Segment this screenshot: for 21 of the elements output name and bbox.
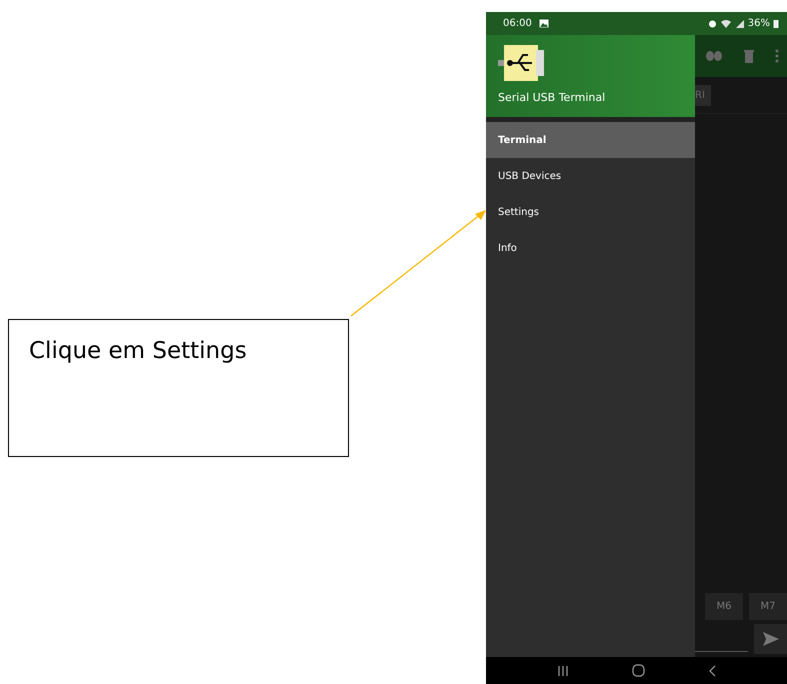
back-icon[interactable] <box>708 664 716 676</box>
trash-icon[interactable] <box>743 49 755 63</box>
drawer-item[interactable]: Info <box>486 230 695 266</box>
macro-button[interactable]: M6 <box>705 593 743 620</box>
drawer-item[interactable]: Settings <box>486 194 695 230</box>
macro-button[interactable]: M7 <box>749 593 787 620</box>
drawer-item[interactable]: USB Devices <box>486 158 695 194</box>
battery-icon <box>773 19 779 28</box>
more-icon[interactable] <box>775 49 779 63</box>
home-icon[interactable] <box>632 664 645 677</box>
status-time: 06:00 <box>503 18 532 29</box>
image-icon <box>538 19 549 28</box>
send-button[interactable] <box>754 624 787 654</box>
drawer-item[interactable]: Terminal <box>486 122 695 158</box>
send-icon <box>762 632 778 646</box>
callout-text: Clique em Settings <box>29 338 247 364</box>
wifi-icon <box>720 19 732 28</box>
recent-apps-icon[interactable] <box>557 664 570 676</box>
signal-icon <box>734 19 745 28</box>
drawer-title: Serial USB Terminal <box>498 91 606 104</box>
battery-level: 36% <box>748 18 770 29</box>
